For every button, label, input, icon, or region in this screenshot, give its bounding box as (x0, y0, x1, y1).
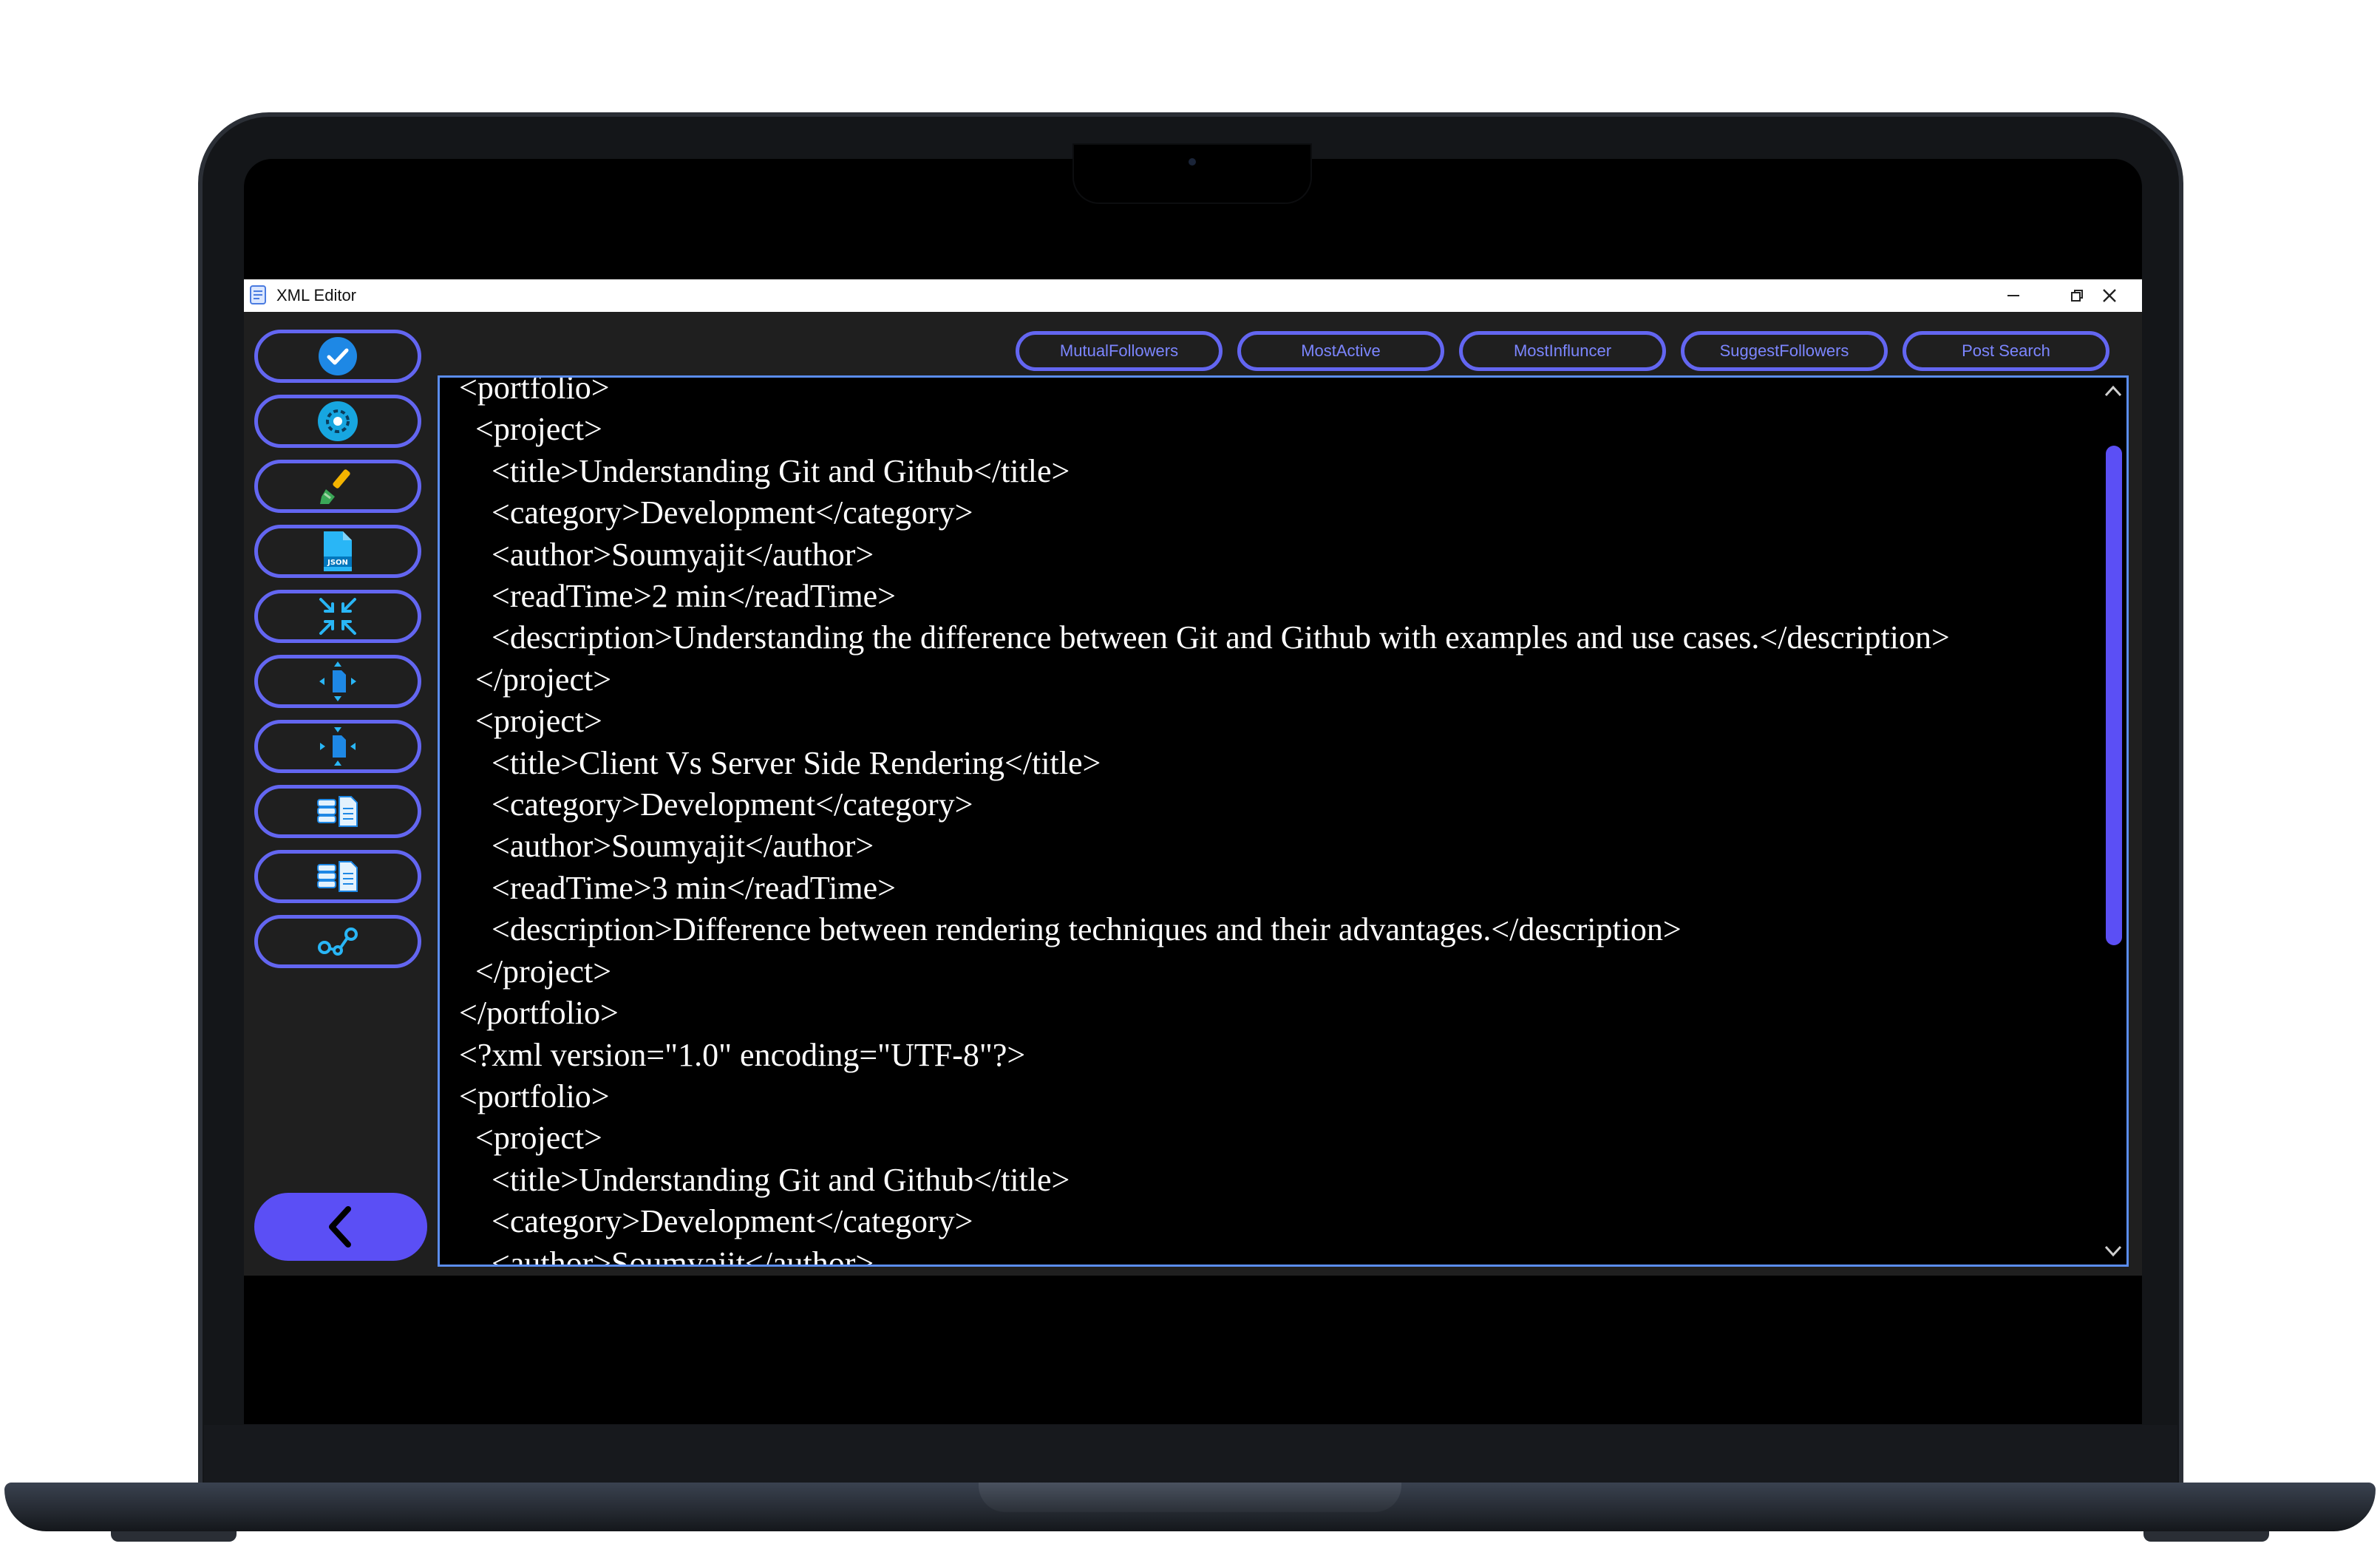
json-file-icon: JSON (324, 531, 352, 571)
xml-editor[interactable]: <portfolio> <project> <title>Understandi… (438, 375, 2129, 1267)
format-button[interactable] (254, 395, 421, 448)
convert-button[interactable] (254, 785, 421, 838)
chevron-down-icon (2104, 1245, 2122, 1257)
code-line: <description>Difference between renderin… (459, 911, 1682, 948)
app-window: XML Editor JSON MutualFollowers MostActi… (244, 279, 2142, 1276)
code-line: <?xml version="1.0" encoding="UTF-8"?> (459, 1036, 1026, 1073)
decompress-button[interactable] (254, 720, 421, 773)
editor-content[interactable]: <portfolio> <project> <title>Understandi… (459, 375, 1950, 1267)
scroll-down-button[interactable] (2100, 1238, 2126, 1265)
most-influencer-button[interactable]: MostInfluncer (1459, 331, 1666, 371)
laptop-foot-right (2143, 1531, 2269, 1542)
database-file-icon (317, 796, 358, 827)
prettify-button[interactable] (254, 460, 421, 513)
compress-icon (319, 661, 356, 701)
chevron-up-icon (2104, 385, 2122, 397)
convert-json-button[interactable]: JSON (254, 525, 421, 578)
laptop-mockup: XML Editor JSON MutualFollowers MostActi… (0, 0, 2380, 1552)
code-line: <project> (459, 1120, 602, 1157)
code-line: <category>Development</category> (459, 786, 973, 823)
mutual-followers-button[interactable]: MutualFollowers (1016, 331, 1223, 371)
camera-icon (1189, 158, 1196, 166)
laptop-base-lip (979, 1483, 1401, 1512)
check-circle-icon (319, 337, 357, 375)
window-title: XML Editor (276, 286, 357, 304)
code-line: <title>Client Vs Server Side Rendering</… (459, 744, 1101, 781)
close-button[interactable] (2078, 279, 2141, 312)
code-line: <category>Development</category> (459, 494, 973, 531)
app-icon (250, 285, 266, 304)
laptop-chin (204, 1425, 2177, 1484)
laptop-foot-left (111, 1531, 237, 1542)
settings-icon (318, 401, 358, 441)
code-line: <portfolio> (459, 1078, 610, 1114)
close-icon (2103, 289, 2116, 302)
brush-icon (320, 469, 350, 504)
code-line: </portfolio> (459, 995, 619, 1032)
most-active-button[interactable]: MostActive (1237, 331, 1444, 371)
code-line: <author>Soumyajit</author> (459, 1245, 874, 1267)
decompress-icon (320, 727, 356, 766)
minimize-button[interactable] (1982, 279, 2044, 312)
code-line: <readTime>3 min</readTime> (459, 869, 896, 906)
vertical-scrollbar[interactable] (2100, 378, 2126, 1265)
post-search-button[interactable]: Post Search (1903, 331, 2109, 371)
graph-icon (318, 928, 358, 956)
code-line: <readTime>2 min</readTime> (459, 578, 896, 615)
scroll-up-button[interactable] (2100, 378, 2126, 404)
camera-notch (1074, 145, 1310, 202)
code-line: <title>Understanding Git and Github</tit… (459, 1161, 1070, 1198)
minimize-icon (2007, 295, 2019, 296)
code-line: <project> (459, 411, 602, 448)
suggest-followers-button[interactable]: SuggestFollowers (1681, 331, 1888, 371)
code-line: <category>Development</category> (459, 1203, 973, 1240)
scrollbar-thumb[interactable] (2106, 446, 2122, 945)
code-line: <project> (459, 703, 602, 740)
database-file-icon (317, 861, 358, 892)
compress-button[interactable] (254, 655, 421, 708)
convert-button-2[interactable] (254, 850, 421, 903)
chevron-left-icon (329, 1206, 351, 1248)
code-line: <author>Soumyajit</author> (459, 828, 874, 865)
code-line: <portfolio> (459, 375, 610, 406)
minimize-arrows-icon (319, 598, 356, 635)
validate-button[interactable] (254, 330, 421, 383)
minify-button[interactable] (254, 590, 421, 643)
code-line: <description>Understanding the differenc… (459, 619, 1950, 656)
code-line: <title>Understanding Git and Github</tit… (459, 452, 1070, 489)
svg-text:JSON: JSON (327, 559, 348, 567)
code-line: </project> (459, 661, 612, 698)
code-line: </project> (459, 953, 612, 990)
code-line: <author>Soumyajit</author> (459, 536, 874, 573)
back-button[interactable] (254, 1193, 427, 1261)
graph-button[interactable] (254, 915, 421, 968)
title-bar: XML Editor (244, 279, 2142, 312)
